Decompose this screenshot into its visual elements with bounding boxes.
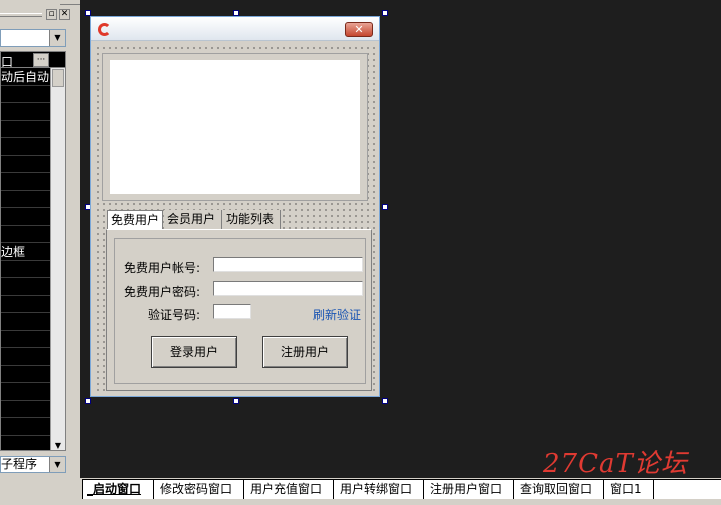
image-frame	[102, 53, 368, 201]
window-tab[interactable]: 用户充值窗口	[246, 480, 334, 499]
account-input[interactable]	[213, 257, 363, 272]
event-combo[interactable]: 子程序 ▼	[0, 456, 66, 473]
property-panel-titlebar: ▫ ✕	[0, 8, 72, 22]
startup-window-form[interactable]: ✕ 免费用户 会员用户 功能列表 免费用户帐号: 免费用户密码: 验证号码: 刷…	[90, 16, 380, 397]
window-tab[interactable]: 用户转绑窗口	[336, 480, 424, 499]
panel-close-button[interactable]: ✕	[59, 9, 70, 20]
captcha-label: 验证号码:	[148, 308, 201, 322]
window-tabs: _启动窗口 修改密码窗口 用户充值窗口 用户转绑窗口 注册用户窗口 查询取回窗口 窗口1	[82, 479, 721, 499]
tab-function-list[interactable]: 功能列表	[223, 210, 281, 230]
account-label: 免费用户帐号:	[124, 261, 201, 275]
object-selector-combo[interactable]: ▼	[0, 29, 66, 47]
resize-handle[interactable]	[382, 204, 388, 210]
chevron-down-icon[interactable]: ▼	[49, 457, 65, 472]
event-combo-value: 子程序	[1, 457, 38, 471]
tab-member-user[interactable]: 会员用户	[164, 210, 222, 230]
app-logo-icon	[98, 23, 111, 36]
more-button[interactable]: ···	[33, 53, 49, 67]
resize-handle[interactable]	[382, 10, 388, 16]
property-grid: 口 ··· 动后自动 边框 ▼	[0, 51, 66, 451]
image-box[interactable]	[110, 60, 360, 194]
watermark-logo: 27CaT论坛	[543, 449, 688, 479]
resize-handle[interactable]	[233, 398, 239, 404]
password-label: 免费用户密码:	[124, 285, 201, 299]
bottom-edge	[0, 501, 721, 505]
property-panel: ▫ ✕ ▼ 口 ··· 动后自动边框 ▼ 子程序 ▼ 属性	[0, 0, 72, 505]
window-tab-active[interactable]: _启动窗口	[82, 480, 154, 499]
form-client-area: 免费用户 会员用户 功能列表 免费用户帐号: 免费用户密码: 验证号码: 刷新验…	[95, 45, 377, 395]
property-header-label: 口	[1, 55, 14, 69]
close-button[interactable]: ✕	[345, 22, 373, 37]
property-grid-header: 口 ···	[1, 52, 65, 69]
login-group: 免费用户帐号: 免费用户密码: 验证号码: 刷新验证 登录用户 注册用户	[114, 238, 366, 384]
tab-free-user[interactable]: 免费用户	[107, 210, 163, 230]
register-button[interactable]: 注册用户	[262, 336, 348, 368]
panel-float-button[interactable]: ▫	[46, 9, 57, 20]
resize-handle[interactable]	[382, 398, 388, 404]
property-scrollbar[interactable]: ▼	[50, 68, 65, 450]
window-tab[interactable]: 查询取回窗口	[516, 480, 604, 499]
refresh-captcha-link[interactable]: 刷新验证	[313, 306, 361, 323]
password-input[interactable]	[213, 281, 363, 296]
window-tab[interactable]: 修改密码窗口	[156, 480, 244, 499]
scroll-down-icon[interactable]: ▼	[51, 441, 65, 450]
panel-grip[interactable]	[0, 13, 42, 17]
chevron-down-icon[interactable]: ▼	[49, 30, 65, 46]
free-user-panel: 免费用户帐号: 免费用户密码: 验证号码: 刷新验证 登录用户 注册用户	[106, 229, 372, 391]
form-titlebar[interactable]: ✕	[91, 17, 379, 41]
resize-handle[interactable]	[85, 398, 91, 404]
window-tab[interactable]: 注册用户窗口	[426, 480, 514, 499]
window-tab[interactable]: 窗口1	[606, 480, 654, 499]
captcha-input[interactable]	[213, 304, 251, 319]
scrollbar-thumb[interactable]	[52, 69, 64, 87]
login-button[interactable]: 登录用户	[151, 336, 237, 368]
